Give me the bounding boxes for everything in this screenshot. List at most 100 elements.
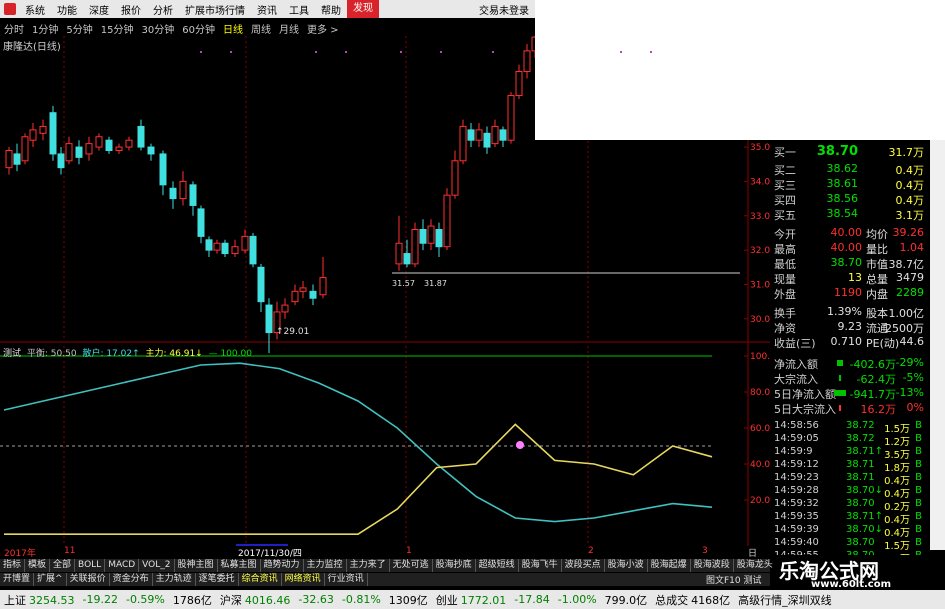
period-2[interactable]: 5分钟 xyxy=(62,21,96,36)
info-tab-5[interactable]: 逐笔委托 xyxy=(196,573,239,586)
menu-item-9[interactable]: 发现 xyxy=(347,0,379,18)
period-7[interactable]: 周线 xyxy=(247,21,275,36)
indicator-tab-2[interactable]: 全部 xyxy=(50,559,76,572)
info-tab-1[interactable]: 扩展^ xyxy=(34,573,67,586)
period-4[interactable]: 30分钟 xyxy=(137,21,178,36)
stat-value: 0.710 xyxy=(830,335,863,348)
ticker-item-12: 总成交 4168亿 xyxy=(651,592,734,608)
series-line-1 xyxy=(4,423,713,536)
candle xyxy=(213,239,221,254)
candle xyxy=(451,150,459,199)
bid-row: 买四 38.56 0.4万 xyxy=(774,192,924,207)
menu-bar: 系统 功能 深度 报价 分析 扩展市场行情 资讯 工具 帮助 发现 交易未登录 xyxy=(0,0,535,18)
stat-value: 38.70 xyxy=(830,256,863,269)
indicator-tab-17[interactable]: 股海起爆 xyxy=(648,559,691,572)
ticker-value: -19.22 xyxy=(82,593,118,606)
candle xyxy=(205,236,213,257)
candle xyxy=(105,136,113,154)
ticker-value: 1786亿 xyxy=(172,593,212,607)
login-status[interactable]: 交易未登录 xyxy=(473,2,535,17)
menu-item-7[interactable]: 工具 xyxy=(283,2,315,17)
info-tab-7[interactable]: 网络资讯 xyxy=(282,573,325,586)
indicator-tab-14[interactable]: 股海飞牛 xyxy=(519,559,562,572)
menu-item-3[interactable]: 报价 xyxy=(115,2,147,17)
indicator-tab-16[interactable]: 股海小波 xyxy=(605,559,648,572)
stat-value: 9.23 xyxy=(837,320,863,333)
info-tab-0[interactable]: 开博置 xyxy=(0,573,35,586)
indicator-tab-13[interactable]: 超级短线 xyxy=(476,559,519,572)
low-label: ↑29.01 xyxy=(276,327,309,337)
indicator-tab-19[interactable]: 股海龙头 xyxy=(734,559,777,572)
indicator-tab-9[interactable]: 主力监控 xyxy=(304,559,347,572)
indicator-tab-1[interactable]: 模板 xyxy=(25,559,51,572)
menu-item-5[interactable]: 扩展市场行情 xyxy=(179,2,251,17)
menu-item-0[interactable]: 系统 xyxy=(19,2,51,17)
indicator-tab-0[interactable]: 指标 xyxy=(0,559,26,572)
indicator-tab-10[interactable]: 主力来了 xyxy=(347,559,390,572)
bid-price: 38.61 xyxy=(826,177,859,190)
stat-label: 现量 xyxy=(774,273,796,286)
candle xyxy=(403,239,411,268)
stat-row: 最低 38.70 市值 38.7亿 xyxy=(774,256,924,271)
tick-row: 14:59:28 38.70↓ 0.4万 B xyxy=(774,485,924,500)
price-panel: 37.0036.0035.0034.0033.0032.0031.0030.00… xyxy=(0,36,770,546)
indicator-tab-3[interactable]: BOLL xyxy=(75,559,106,572)
tick-row: 14:58:56 38.72 1.5万 B xyxy=(774,420,924,435)
indicator-tab-5[interactable]: VOL_2 xyxy=(139,559,175,572)
candle xyxy=(515,64,523,99)
flow-pct: -29% xyxy=(895,356,924,369)
indicator-tab-6[interactable]: 股神主图 xyxy=(175,559,218,572)
period-bar: 分时 1分钟 5分钟 15分钟 30分钟 60分钟 日线 周线 月线 更多 > xyxy=(0,20,535,36)
bid-volume: 0.4万 xyxy=(895,164,925,177)
menu-item-1[interactable]: 功能 xyxy=(51,2,83,17)
period-6[interactable]: 日线 xyxy=(219,21,247,36)
ticker-value: -0.59% xyxy=(125,593,165,606)
info-tab-4[interactable]: 主力轨迹 xyxy=(153,573,196,586)
info-tab-3[interactable]: 资金分布 xyxy=(110,573,153,586)
candle xyxy=(65,136,73,165)
menu-item-6[interactable]: 资讯 xyxy=(251,2,283,17)
price-axis-label: 34.00 xyxy=(750,177,770,187)
stat-row: 收益(三) 0.710 PE(动) 44.6 xyxy=(774,335,924,350)
indicator-tab-7[interactable]: 私募主图 xyxy=(218,559,261,572)
menu-item-4[interactable]: 分析 xyxy=(147,2,179,17)
signal-dot xyxy=(315,51,317,53)
menu-item-2[interactable]: 深度 xyxy=(83,2,115,17)
period-3[interactable]: 15分钟 xyxy=(97,21,138,36)
candle xyxy=(197,205,205,244)
side-scrollbar[interactable] xyxy=(930,140,945,550)
indicator-tab-18[interactable]: 股海波段 xyxy=(691,559,734,572)
period-5[interactable]: 60分钟 xyxy=(178,21,219,36)
info-tab-2[interactable]: 关联报价 xyxy=(67,573,110,586)
ticker-label: 创业 xyxy=(435,593,458,607)
f10-label[interactable]: 图文F10 测试 xyxy=(706,573,762,586)
stat-row: 外盘 1190 内盘 2289 xyxy=(774,286,924,301)
stat-value: 40.00 xyxy=(830,241,863,254)
stat-label: 净资 xyxy=(774,322,796,335)
period-0[interactable]: 分时 xyxy=(0,21,28,36)
main-chart-area[interactable]: 37.0036.0035.0034.0033.0032.0031.0030.00… xyxy=(0,36,770,546)
stat-value: 2289 xyxy=(896,286,924,299)
ticker-value: 4168亿 xyxy=(691,593,731,607)
period-9[interactable]: 更多 > xyxy=(303,21,343,36)
stat-label: 股本 xyxy=(866,307,888,320)
flow-value: -62.4万 xyxy=(856,373,896,386)
indicator-tab-12[interactable]: 股海抄底 xyxy=(433,559,476,572)
stat-row: 最高 40.00 量比 1.04 xyxy=(774,241,924,256)
indicator-tab-11[interactable]: 无处可逃 xyxy=(390,559,433,572)
info-tab-8[interactable]: 行业资讯 xyxy=(325,573,368,586)
tick-time: 14:59:32 xyxy=(774,498,819,509)
info-tabs: 开博置 扩展^ 关联报价 资金分布 主力轨迹 逐笔委托 综合资讯 网络资讯 行业资讯 xyxy=(0,573,770,586)
period-1[interactable]: 1分钟 xyxy=(28,21,62,36)
info-tab-6[interactable]: 综合资讯 xyxy=(239,573,282,586)
indicator-tab-8[interactable]: 趋势动力 xyxy=(261,559,304,572)
tick-time: 14:59:35 xyxy=(774,511,819,522)
signal-dot xyxy=(230,51,232,53)
indicator-tab-15[interactable]: 波段买点 xyxy=(562,559,605,572)
tick-row: 14:59:35 38.71↑ 0.4万 B xyxy=(774,511,924,526)
tick-time: 14:59:9 xyxy=(774,446,813,457)
indicator-tab-4[interactable]: MACD xyxy=(105,559,140,572)
bid-volume: 31.7万 xyxy=(888,146,925,159)
menu-item-8[interactable]: 帮助 xyxy=(315,2,347,17)
period-8[interactable]: 月线 xyxy=(275,21,303,36)
